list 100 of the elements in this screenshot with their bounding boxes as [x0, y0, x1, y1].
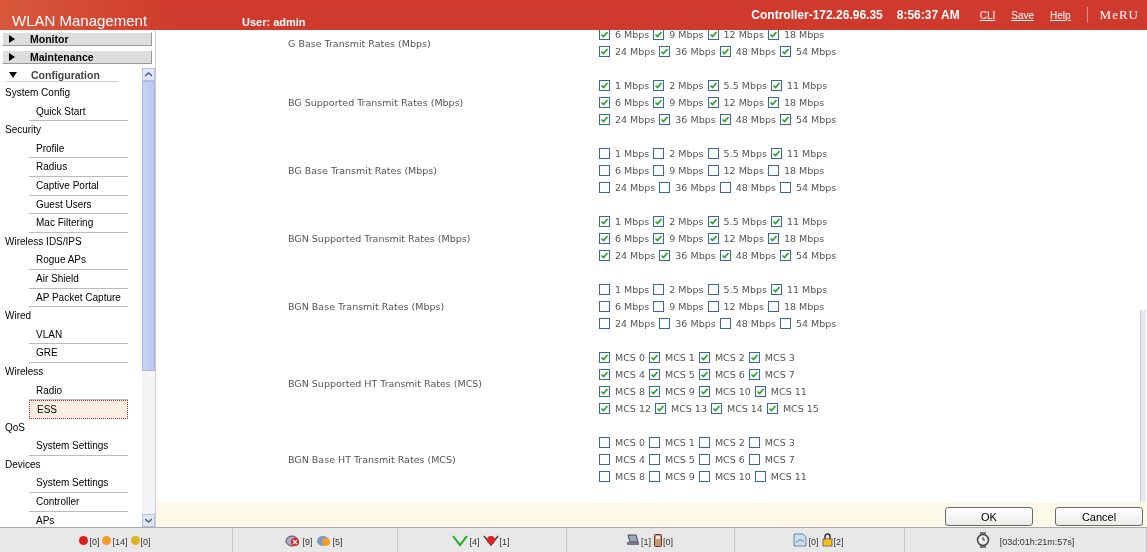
checkbox[interactable] [707, 301, 719, 312]
checkbox[interactable] [599, 165, 610, 176]
checkbox[interactable] [654, 403, 666, 414]
checkbox[interactable] [599, 114, 610, 125]
checkbox[interactable] [707, 30, 719, 40]
checkbox[interactable] [770, 216, 782, 227]
checkbox[interactable] [707, 284, 719, 295]
checkbox[interactable] [698, 386, 710, 397]
checkbox[interactable] [648, 352, 660, 363]
nav-item[interactable]: Air Shield [29, 269, 128, 289]
checkbox[interactable] [599, 437, 610, 448]
checkbox[interactable] [767, 30, 779, 40]
checkbox[interactable] [780, 318, 791, 329]
checkbox[interactable] [653, 216, 665, 227]
checkbox[interactable] [707, 233, 719, 244]
checkbox[interactable] [698, 471, 710, 482]
nav-item[interactable]: Mac Filtering [29, 214, 128, 233]
checkbox[interactable] [599, 46, 610, 57]
checkbox[interactable] [770, 80, 782, 91]
checkbox[interactable] [748, 437, 760, 448]
checkbox[interactable] [648, 471, 660, 482]
nav-item[interactable]: System Settings [29, 474, 128, 494]
checkbox[interactable] [748, 369, 760, 380]
dialog-button[interactable]: OK [945, 507, 1033, 526]
checkbox[interactable] [748, 454, 760, 465]
nav-item[interactable]: Rogue APs [29, 251, 128, 270]
checkbox[interactable] [599, 403, 610, 414]
checkbox[interactable] [767, 165, 779, 176]
checkbox[interactable] [770, 284, 782, 295]
checkbox[interactable] [659, 182, 671, 193]
nav-section[interactable]: Monitor [2, 32, 152, 46]
header-link[interactable]: Save [1011, 9, 1035, 21]
checkbox[interactable] [599, 250, 610, 261]
nav-section[interactable]: Maintenance [2, 50, 152, 64]
checkbox[interactable] [707, 80, 719, 91]
checkbox[interactable] [599, 301, 610, 312]
nav-section[interactable]: Configuration [6, 68, 118, 82]
checkbox[interactable] [719, 250, 731, 261]
checkbox[interactable] [653, 284, 665, 295]
checkbox[interactable] [659, 250, 671, 261]
checkbox[interactable] [698, 437, 710, 448]
checkbox[interactable] [599, 30, 610, 40]
nav-item[interactable]: Profile [29, 139, 128, 159]
checkbox[interactable] [599, 97, 610, 108]
nav-item[interactable]: GRE [29, 344, 128, 363]
nav-item[interactable]: Guest Users [29, 195, 128, 215]
dialog-button[interactable]: Cancel [1055, 507, 1143, 526]
header-link[interactable]: Help [1050, 9, 1071, 21]
nav-item[interactable]: Controller [29, 493, 128, 512]
checkbox[interactable] [653, 301, 665, 312]
checkbox[interactable] [659, 46, 671, 57]
scroll-up-icon[interactable] [145, 72, 152, 77]
checkbox[interactable] [599, 80, 610, 91]
checkbox[interactable] [659, 114, 671, 125]
checkbox[interactable] [599, 216, 610, 227]
checkbox[interactable] [599, 386, 610, 397]
checkbox[interactable] [653, 30, 665, 40]
checkbox[interactable] [653, 97, 665, 108]
checkbox[interactable] [599, 318, 610, 329]
checkbox[interactable] [710, 403, 722, 414]
checkbox[interactable] [767, 301, 779, 312]
checkbox[interactable] [698, 369, 710, 380]
checkbox[interactable] [767, 97, 779, 108]
checkbox[interactable] [653, 165, 665, 176]
nav-item[interactable]: ESS [29, 400, 128, 419]
checkbox[interactable] [648, 437, 660, 448]
checkbox[interactable] [599, 182, 610, 193]
checkbox[interactable] [707, 97, 719, 108]
checkbox[interactable] [599, 471, 610, 482]
checkbox[interactable] [599, 352, 610, 363]
checkbox[interactable] [766, 403, 778, 414]
checkbox[interactable] [599, 454, 610, 465]
header-link[interactable]: CLI [979, 9, 996, 21]
checkbox[interactable] [780, 114, 791, 125]
checkbox[interactable] [719, 46, 731, 57]
nav-item[interactable]: AP Packet Capture [29, 288, 128, 308]
checkbox[interactable] [599, 284, 610, 295]
checkbox[interactable] [754, 471, 766, 482]
checkbox[interactable] [648, 454, 660, 465]
checkbox[interactable] [599, 233, 610, 244]
checkbox[interactable] [770, 148, 782, 159]
checkbox[interactable] [599, 369, 610, 380]
nav-item[interactable]: System Settings [29, 437, 128, 456]
checkbox[interactable] [659, 318, 671, 329]
checkbox[interactable] [780, 250, 791, 261]
checkbox[interactable] [719, 182, 731, 193]
nav-item[interactable]: Quick Start [29, 102, 128, 122]
checkbox[interactable] [754, 386, 766, 397]
scroll-down-icon[interactable] [145, 518, 152, 523]
checkbox[interactable] [648, 386, 660, 397]
checkbox[interactable] [653, 233, 665, 244]
checkbox[interactable] [648, 369, 660, 380]
nav-item[interactable]: VLAN [29, 325, 128, 345]
checkbox[interactable] [748, 352, 760, 363]
checkbox[interactable] [707, 216, 719, 227]
checkbox[interactable] [719, 318, 731, 329]
checkbox[interactable] [653, 80, 665, 91]
checkbox[interactable] [780, 182, 791, 193]
scrollbar[interactable] [142, 68, 155, 527]
checkbox[interactable] [698, 352, 710, 363]
